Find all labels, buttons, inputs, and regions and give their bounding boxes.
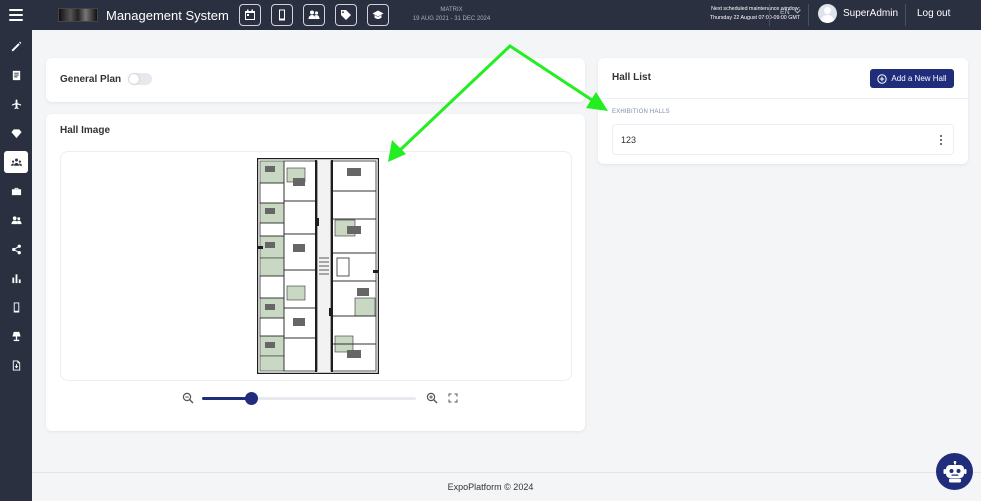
event-dates: 19 AUG 2021 - 31 DEC 2024 — [412, 16, 491, 22]
language-label: EN — [780, 9, 790, 16]
user-avatar[interactable] — [818, 4, 837, 23]
people-icon — [308, 10, 320, 19]
diamond-icon — [10, 128, 22, 138]
footer-divider — [32, 472, 981, 473]
bar-chart-icon — [11, 273, 21, 283]
sidebar-item-export[interactable] — [4, 354, 28, 376]
sidebar-item-analytics[interactable] — [4, 267, 28, 289]
sidebar-item-travel[interactable] — [4, 93, 28, 115]
hall-list-title: Hall List — [612, 72, 651, 83]
calendar-button[interactable] — [238, 4, 261, 26]
sidebar-item-meetings[interactable] — [4, 151, 28, 173]
footer-copyright: ExpoPlatform © 2024 — [447, 482, 534, 492]
header-divider — [769, 4, 770, 26]
meeting-icon — [10, 158, 22, 166]
zoom-slider-thumb[interactable] — [245, 392, 259, 405]
zoom-out-icon[interactable] — [182, 392, 194, 404]
sidebar-item-exhibitors[interactable] — [4, 180, 28, 202]
maintenance-notice: Next scheduled maintenance window: Thurs… — [620, 5, 800, 23]
brand-logo — [58, 8, 98, 22]
pencil-icon — [11, 41, 21, 51]
hall-list-divider — [598, 98, 968, 99]
exhibition-halls-label: EXHIBITION HALLS — [612, 109, 670, 115]
event-name: MATRIX — [440, 7, 463, 13]
zoom-in-icon[interactable] — [426, 392, 438, 404]
general-plan-label: General Plan — [60, 74, 122, 85]
document-icon — [12, 70, 20, 80]
zoom-slider-fill — [202, 397, 252, 400]
sidebar-item-share[interactable] — [4, 238, 28, 260]
briefcase-icon — [11, 187, 21, 195]
tag-icon — [340, 10, 351, 20]
hall-name: 123 — [621, 135, 637, 145]
add-new-hall-label: Add a New Hall — [891, 74, 947, 83]
mobile-icon — [13, 301, 19, 313]
username[interactable]: SuperAdmin — [843, 8, 898, 19]
sidebar-item-lamp[interactable] — [4, 325, 28, 347]
sidebar-item-documents[interactable] — [4, 64, 28, 86]
mobile-icon — [278, 9, 285, 21]
add-new-hall-button[interactable]: Add a New Hall — [870, 69, 954, 88]
floor-plan-image — [257, 158, 379, 374]
header-divider — [905, 4, 906, 26]
tag-button[interactable] — [334, 4, 357, 26]
graduation-cap-button[interactable] — [366, 4, 389, 26]
app-title: Management System — [106, 7, 229, 23]
sidebar-item-sponsorship[interactable] — [4, 122, 28, 144]
sidebar-item-users[interactable] — [4, 209, 28, 231]
top-bar: Management System MATRIX 19 AUG 2021 - 3… — [0, 0, 981, 30]
sidebar-item-edit[interactable] — [4, 35, 28, 57]
hall-list-item[interactable]: 123 — [612, 124, 954, 155]
chevron-down-icon — [793, 9, 801, 14]
hall-list-card: Hall List Add a New Hall EXHIBITION HALL… — [598, 58, 968, 164]
airplane-icon — [11, 98, 21, 109]
hall-image-viewport[interactable] — [60, 151, 572, 381]
hall-image-card: Hall Image — [46, 114, 585, 431]
language-selector[interactable]: EN — [780, 9, 801, 16]
event-info: MATRIX 19 AUG 2021 - 31 DEC 2024 — [413, 6, 490, 24]
people-button[interactable] — [302, 4, 325, 26]
lamp-icon — [11, 331, 21, 341]
general-plan-toggle[interactable] — [128, 73, 152, 85]
header-divider — [808, 4, 809, 26]
logout-button[interactable]: Log out — [917, 8, 950, 19]
users-icon — [10, 215, 22, 224]
zoom-controls — [182, 392, 462, 406]
more-options-icon[interactable] — [939, 135, 943, 145]
general-plan-card: General Plan — [46, 58, 585, 102]
graduation-cap-icon — [372, 10, 384, 19]
hamburger-menu-icon[interactable] — [0, 0, 32, 30]
maintenance-line-2: Thursday 22 August 07:00-09:00 GMT — [709, 15, 800, 21]
zoom-slider[interactable] — [202, 392, 416, 405]
fullscreen-icon[interactable] — [448, 393, 458, 403]
maintenance-line-1: Next scheduled maintenance window: — [711, 6, 800, 12]
calendar-icon — [244, 9, 255, 20]
share-icon — [11, 244, 21, 254]
plus-circle-icon — [877, 73, 888, 84]
robot-icon — [943, 460, 966, 482]
file-export-icon — [12, 359, 20, 371]
mobile-button[interactable] — [270, 4, 293, 26]
chatbot-button[interactable] — [936, 453, 973, 490]
sidebar — [0, 30, 32, 501]
hall-image-title: Hall Image — [60, 125, 111, 136]
sidebar-item-mobile[interactable] — [4, 296, 28, 318]
